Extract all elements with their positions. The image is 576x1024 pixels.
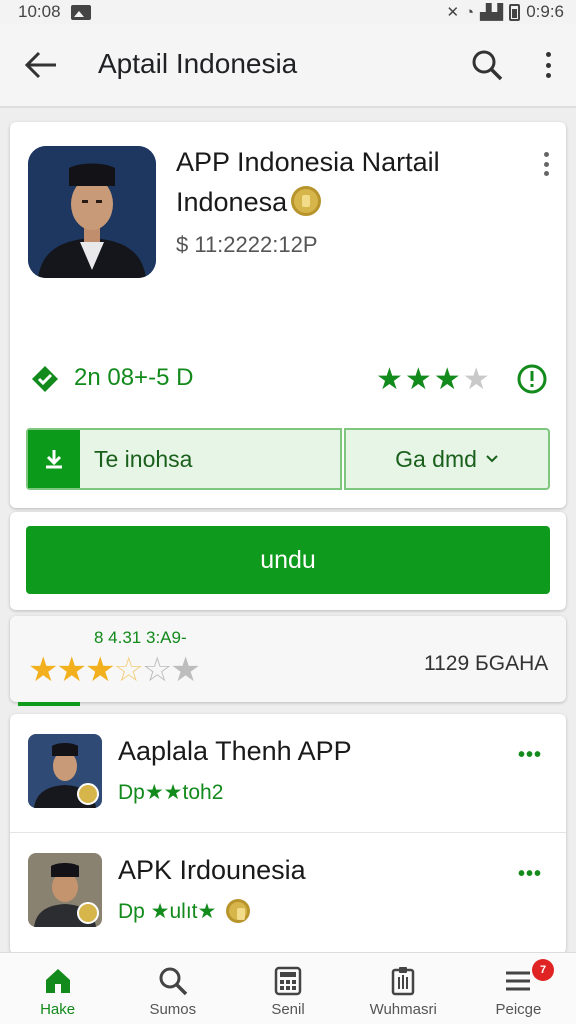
- search-icon: [159, 967, 188, 996]
- nav-label: Senil: [271, 1001, 305, 1018]
- app-icon[interactable]: [28, 146, 156, 278]
- info-icon[interactable]: [516, 363, 548, 395]
- person-portrait-icon: [28, 734, 102, 808]
- battery-icon: [509, 3, 521, 21]
- person-portrait-icon: [28, 146, 156, 278]
- list-item-title: Aaplala Thenh APP: [118, 736, 352, 766]
- nav-label: Wuhmasri: [369, 1001, 437, 1018]
- nav-label: Sumos: [149, 1001, 197, 1018]
- list-item[interactable]: APK Irdounesia Dp ★ulıt★ •••: [10, 832, 566, 950]
- list-item-more-button[interactable]: •••: [518, 744, 542, 767]
- home-icon: [45, 969, 70, 993]
- status-time: 10:08: [18, 2, 61, 21]
- install-actions: Te inohsa Ga dmd: [26, 428, 550, 492]
- clipboard-icon: [391, 967, 415, 996]
- dot-icon: [545, 52, 551, 57]
- star-empty-icon: ★: [170, 651, 201, 689]
- tab-indicator: [18, 702, 80, 706]
- status-bar: 10:08 ✕ ◔ ▟▟ 0:9:6: [0, 0, 576, 24]
- search-button[interactable]: [470, 48, 504, 82]
- list-item-subtitle: Dp ★ulıt★: [118, 899, 251, 924]
- app-details-card: APP Indonesia Nartail Indonesa $ 11:2222…: [10, 122, 566, 508]
- bottom-navigation: Hake Sumos Senil Wuhmasri Peicge 7: [0, 952, 576, 1024]
- half-star-icon: ☆: [113, 651, 144, 689]
- download-count: 2n 08+-5 D: [74, 364, 194, 391]
- app-star-rating: ★★★★: [376, 363, 492, 396]
- download-button[interactable]: undu: [26, 526, 550, 594]
- nav-wuhmasri[interactable]: Wuhmasri: [346, 953, 461, 1024]
- notification-badge: 7: [532, 959, 555, 981]
- overflow-menu-button[interactable]: [536, 50, 560, 80]
- list-item-more-button[interactable]: •••: [518, 863, 542, 886]
- list-item-subtitle-text: Dp ★ulıt★: [118, 900, 217, 923]
- install-button[interactable]: Te inohsa: [26, 428, 342, 490]
- rating-total: 1129 БGAHA: [424, 652, 549, 675]
- back-button[interactable]: [24, 50, 58, 80]
- list-item-thumbnail: [28, 734, 102, 808]
- verified-badge-icon: [291, 186, 322, 216]
- person-portrait-icon: [28, 853, 102, 927]
- wifi-icon: ◔: [465, 3, 475, 21]
- app-bar: Aptail Indonesia: [0, 24, 576, 108]
- nav-label: Hake: [40, 1001, 76, 1018]
- arrow-left-icon: [24, 51, 56, 79]
- dot-icon: [543, 161, 549, 167]
- star-empty-icon: ☆: [141, 651, 173, 689]
- app-meta-row: 2n 08+-5 D ★★★★: [26, 362, 550, 396]
- nav-senil[interactable]: Senil: [230, 953, 345, 1024]
- dot-icon: [545, 73, 551, 78]
- nav-label: Peicge: [495, 1001, 542, 1018]
- menu-icon: [506, 971, 531, 991]
- card-menu-button[interactable]: [542, 152, 550, 176]
- list-item-thumbnail: [28, 853, 102, 927]
- rating-stars: ★★★☆☆★: [28, 651, 201, 689]
- status-battery-text: 0:9:6: [526, 2, 564, 21]
- download-card: undu: [10, 512, 566, 610]
- install-label: Te inohsa: [94, 445, 193, 472]
- nav-search[interactable]: Sumos: [115, 953, 230, 1024]
- related-apps-list: Aaplala Thenh APP Dp★★toh2 ••• APK Irdou…: [10, 714, 566, 954]
- calculator-icon: [274, 966, 302, 996]
- half-star-icon: ★: [462, 363, 492, 396]
- dot-icon: [543, 152, 549, 157]
- mute-icon: ✕: [446, 4, 460, 21]
- dot-icon: [545, 62, 551, 68]
- verified-badge-icon: [226, 899, 251, 923]
- chevron-down-icon: [486, 455, 498, 463]
- app-name: APP Indonesia Nartail Indonesa: [176, 142, 506, 222]
- image-notification-icon: [70, 4, 91, 20]
- app-price: $ 11:2222:12P: [176, 232, 318, 257]
- rating-subtext: 8 4.31 3:A9-: [94, 628, 187, 647]
- download-arrow-icon: [28, 430, 80, 488]
- list-item-subtitle: Dp★★toh2: [118, 781, 224, 804]
- search-icon: [472, 50, 503, 81]
- rating-card: 8 4.31 3:A9- ★★★☆☆★ 1129 БGAHA: [10, 616, 566, 706]
- nav-peicge[interactable]: Peicge 7: [461, 953, 576, 1024]
- list-item-title: APK Irdounesia: [118, 855, 306, 885]
- page-title: Aptail Indonesia: [98, 48, 298, 79]
- nav-home[interactable]: Hake: [0, 953, 115, 1024]
- verified-check-icon: [32, 366, 58, 392]
- dot-icon: [543, 171, 549, 176]
- options-label: Ga dmd: [395, 445, 477, 472]
- list-item[interactable]: Aaplala Thenh APP Dp★★toh2 •••: [10, 714, 566, 832]
- signal-icon: ▟▟: [480, 4, 504, 21]
- options-dropdown[interactable]: Ga dmd: [344, 428, 550, 490]
